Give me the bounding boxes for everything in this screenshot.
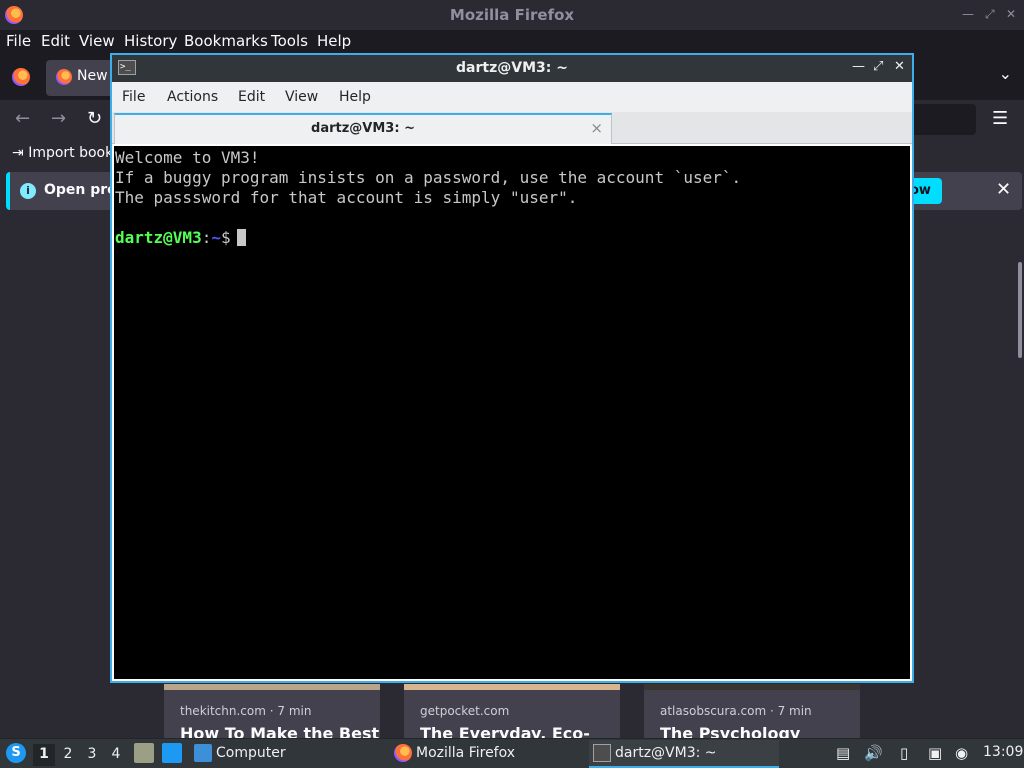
minimize-icon[interactable]: — — [852, 59, 865, 74]
story-image — [164, 684, 380, 690]
story-source: getpocket.com — [420, 704, 510, 718]
menu-tools[interactable]: Tools — [271, 32, 308, 50]
maximize-icon[interactable]: ⤢ — [985, 7, 995, 22]
tab-close-icon[interactable]: × — [590, 119, 603, 137]
prompt-user: dartz@VM3 — [115, 228, 202, 247]
import-bookmarks-label: Import book — [28, 145, 114, 161]
url-bar[interactable] — [912, 104, 976, 135]
clock[interactable]: 13:09 — [983, 744, 1023, 760]
menu-edit[interactable]: Edit — [238, 89, 265, 105]
desktop-switch-1[interactable]: 1 — [33, 744, 55, 766]
chevron-down-icon[interactable]: ⌄ — [999, 64, 1012, 83]
desktop-switch-2[interactable]: 2 — [57, 744, 79, 766]
task-computer[interactable]: Computer — [190, 740, 380, 768]
task-firefox[interactable]: Mozilla Firefox — [390, 740, 580, 768]
menu-help[interactable]: Help — [339, 89, 371, 105]
story-source: atlasobscura.com · 7 min — [660, 704, 812, 718]
close-icon[interactable]: ✕ — [894, 59, 905, 74]
terminal-window-title: dartz@VM3: ~ — [456, 60, 568, 76]
menu-file[interactable]: File — [6, 32, 31, 50]
app-launcher-icon[interactable]: S — [6, 743, 26, 763]
menu-help[interactable]: Help — [317, 32, 351, 50]
prompt-path: ~ — [211, 228, 221, 247]
prompt-symbol: $ — [220, 228, 231, 247]
story-title: The Psychology — [660, 724, 801, 738]
story-card[interactable]: thekitchn.com · 7 min How To Make the Be… — [164, 684, 380, 738]
close-icon[interactable]: ✕ — [996, 179, 1011, 200]
terminal-icon — [593, 744, 611, 762]
firefox-tab-icon — [56, 69, 72, 85]
story-image — [404, 684, 620, 690]
menu-actions[interactable]: Actions — [167, 89, 218, 105]
taskbar: S 1 2 3 4 Computer Mozilla Firefox dartz… — [0, 738, 1024, 768]
maximize-icon[interactable]: ⤢ — [873, 59, 883, 74]
firefox-menubar: File Edit View History Bookmarks Tools H… — [0, 30, 1024, 54]
menu-view[interactable]: View — [285, 89, 318, 105]
notice-text: Open pre — [44, 182, 117, 198]
volume-icon[interactable]: 🔊 — [864, 744, 883, 762]
terminal-menubar: File Actions Edit View Help — [112, 82, 912, 112]
desktop-switch-3[interactable]: 3 — [81, 744, 103, 766]
text-cursor — [236, 229, 246, 246]
firefox-icon — [394, 744, 412, 762]
story-image — [644, 684, 860, 690]
firefox-titlebar[interactable]: Mozilla Firefox — ⤢ ✕ — [0, 0, 1024, 30]
scrollbar[interactable] — [1018, 262, 1022, 358]
notes-icon[interactable]: ▯ — [900, 744, 908, 762]
back-icon[interactable]: ← — [15, 108, 30, 129]
firefox-view-icon[interactable] — [12, 68, 30, 86]
menu-bookmarks[interactable]: Bookmarks — [184, 32, 268, 50]
task-terminal[interactable]: dartz@VM3: ~ — [589, 740, 779, 768]
story-source: thekitchn.com · 7 min — [180, 704, 312, 718]
story-title: How To Make the Best — [180, 724, 380, 738]
reload-icon[interactable]: ↻ — [87, 108, 102, 129]
terminal-line: The passsword for that account is simply… — [115, 188, 578, 207]
terminal-window: >_ dartz@VM3: ~ — ⤢ ✕ File Actions Edit … — [110, 53, 914, 683]
file-manager-quicklaunch-icon[interactable] — [134, 743, 154, 763]
close-icon[interactable]: ✕ — [1006, 7, 1016, 21]
terminal-line: If a buggy program insists on a password… — [115, 168, 742, 187]
menu-history[interactable]: History — [124, 32, 177, 50]
terminal-line: Welcome to VM3! — [115, 148, 260, 167]
story-title: The Everyday, Eco- — [420, 724, 590, 738]
firefox-window-title: Mozilla Firefox — [449, 6, 575, 24]
notice-accent — [6, 172, 10, 210]
tab-label: dartz@VM3: ~ — [311, 121, 415, 136]
terminal-blank-line: ​ — [115, 208, 910, 228]
network-icon[interactable]: ▣ — [928, 744, 942, 762]
prompt-separator: : — [201, 228, 212, 247]
terminal-output[interactable]: Welcome to VM3! If a buggy program insist… — [114, 146, 910, 679]
show-desktop-icon[interactable] — [162, 743, 182, 763]
forward-icon[interactable]: → — [51, 108, 66, 129]
desktop-switch-4[interactable]: 4 — [105, 744, 127, 766]
terminal-titlebar[interactable]: >_ dartz@VM3: ~ — ⤢ ✕ — [112, 55, 912, 82]
minimize-icon[interactable]: — — [962, 7, 974, 21]
tab-terminal[interactable]: dartz@VM3: ~ × — [114, 113, 612, 144]
task-label: Mozilla Firefox — [416, 745, 516, 761]
task-label: Computer — [216, 745, 286, 761]
info-icon: i — [20, 183, 36, 199]
story-card[interactable]: atlasobscura.com · 7 min The Psychology — [644, 684, 860, 738]
hamburger-menu-icon[interactable]: ☰ — [992, 108, 1008, 129]
terminal-prompt: dartz@VM3:~$ — [115, 228, 910, 248]
import-bookmarks-button[interactable]: ⇥ Import book — [12, 145, 113, 161]
menu-view[interactable]: View — [79, 32, 115, 50]
task-label: dartz@VM3: ~ — [615, 745, 717, 761]
terminal-tabbar: dartz@VM3: ~ × — [112, 112, 912, 144]
menu-edit[interactable]: Edit — [41, 32, 70, 50]
story-card[interactable]: getpocket.com The Everyday, Eco- — [404, 684, 620, 738]
folder-icon — [194, 744, 212, 762]
tab-label: New — [77, 68, 108, 84]
notification-icon[interactable]: ◉ — [955, 744, 968, 762]
clipboard-icon[interactable]: ▤ — [836, 744, 850, 762]
menu-file[interactable]: File — [122, 89, 145, 105]
